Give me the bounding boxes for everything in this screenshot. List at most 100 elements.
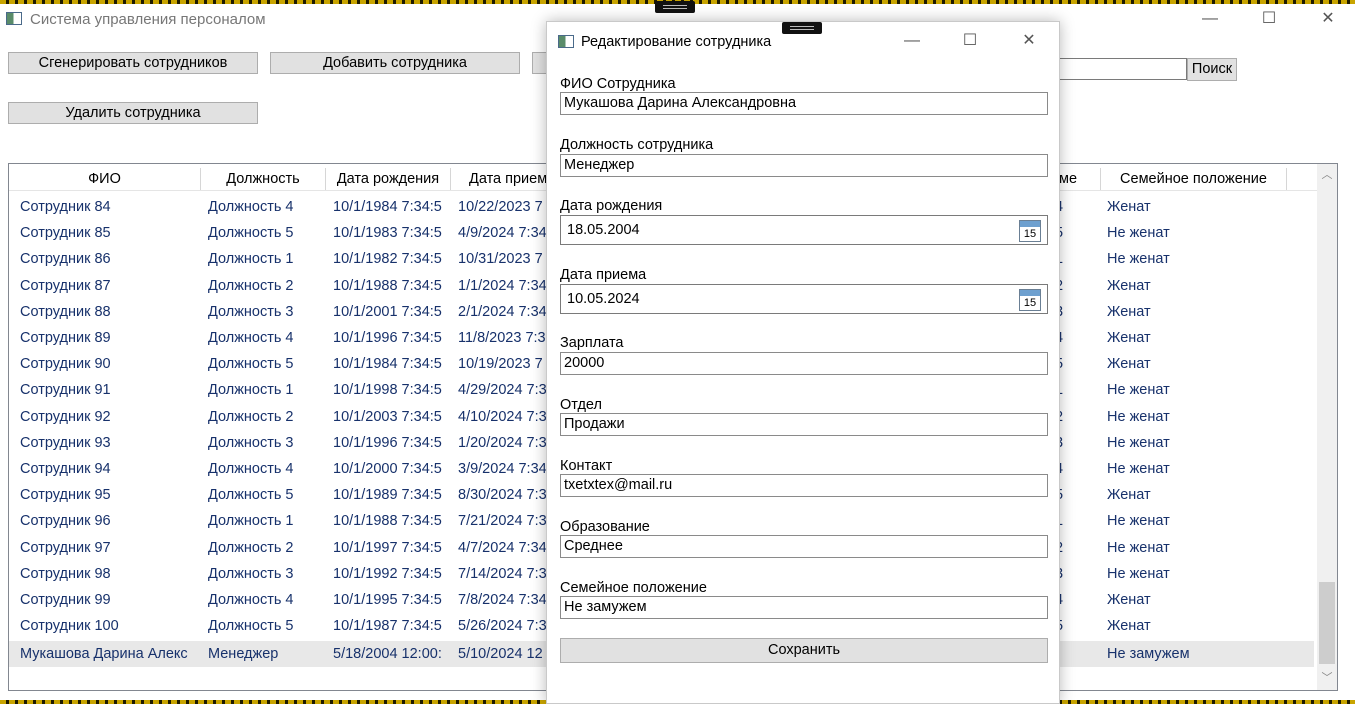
minimize-button[interactable]: —	[1187, 6, 1233, 32]
cell-name[interactable]: Сотрудник 90	[20, 351, 202, 377]
cell-marital[interactable]: Не женат	[1107, 377, 1277, 403]
cell-hire[interactable]: 10/31/2023 7	[458, 246, 548, 272]
marital-input[interactable]: Не замужем	[560, 596, 1048, 619]
cell-marital[interactable]: Женат	[1107, 273, 1277, 299]
cell-marital[interactable]: Не замужем	[1107, 641, 1277, 667]
cell-marital[interactable]: Женат	[1107, 325, 1277, 351]
cell-birth[interactable]: 10/1/1987 7:34:5	[333, 613, 445, 639]
cell-marital[interactable]: Не женат	[1107, 430, 1277, 456]
add-employee-button[interactable]: Добавить сотрудника	[270, 52, 520, 74]
dialog-maximize-button[interactable]: ☐	[947, 28, 993, 54]
position-input[interactable]: Менеджер	[560, 154, 1048, 177]
cell-marital[interactable]: Не женат	[1107, 561, 1277, 587]
col-header-position[interactable]: Должность	[201, 168, 326, 190]
calendar-icon[interactable]: 15	[1019, 289, 1041, 311]
col-header-birth[interactable]: Дата рождения	[326, 168, 451, 190]
cell-birth[interactable]: 10/1/1988 7:34:5	[333, 508, 445, 534]
cell-position[interactable]: Должность 4	[208, 587, 322, 613]
education-input[interactable]: Среднее	[560, 535, 1048, 558]
cell-birth[interactable]: 10/1/1988 7:34:5	[333, 273, 445, 299]
delete-employee-button[interactable]: Удалить сотрудника	[8, 102, 258, 124]
cell-position[interactable]: Должность 2	[208, 535, 322, 561]
cell-marital[interactable]: Не женат	[1107, 508, 1277, 534]
cell-position[interactable]: Должность 3	[208, 561, 322, 587]
cell-hire[interactable]: 2/1/2024 7:34	[458, 299, 548, 325]
cell-position[interactable]: Должность 1	[208, 246, 322, 272]
cell-position[interactable]: Должность 3	[208, 430, 322, 456]
cell-name[interactable]: Сотрудник 94	[20, 456, 202, 482]
cell-name[interactable]: Сотрудник 92	[20, 404, 202, 430]
cell-position[interactable]: Должность 1	[208, 508, 322, 534]
cell-name[interactable]: Сотрудник 85	[20, 220, 202, 246]
cell-position[interactable]: Должность 5	[208, 220, 322, 246]
cell-marital[interactable]: Женат	[1107, 613, 1277, 639]
cell-birth[interactable]: 10/1/1996 7:34:5	[333, 430, 445, 456]
dialog-drag-grip[interactable]	[782, 22, 822, 34]
cell-name[interactable]: Сотрудник 99	[20, 587, 202, 613]
cell-hire[interactable]: 3/9/2024 7:34	[458, 456, 548, 482]
cell-hire[interactable]: 7/14/2024 7:3	[458, 561, 548, 587]
cell-marital[interactable]: Не женат	[1107, 404, 1277, 430]
cell-name[interactable]: Сотрудник 89	[20, 325, 202, 351]
generate-employees-button[interactable]: Сгенерировать сотрудников	[8, 52, 258, 74]
cell-hire[interactable]: 8/30/2024 7:3	[458, 482, 548, 508]
cell-name[interactable]: Сотрудник 86	[20, 246, 202, 272]
cell-birth[interactable]: 10/1/1995 7:34:5	[333, 587, 445, 613]
cell-birth[interactable]: 10/1/2001 7:34:5	[333, 299, 445, 325]
cell-marital[interactable]: Не женат	[1107, 246, 1277, 272]
cell-birth[interactable]: 10/1/1983 7:34:5	[333, 220, 445, 246]
cell-position[interactable]: Должность 5	[208, 613, 322, 639]
col-header-marital[interactable]: Семейное положение	[1101, 168, 1287, 190]
cell-name[interactable]: Сотрудник 95	[20, 482, 202, 508]
cell-name[interactable]: Сотрудник 84	[20, 194, 202, 220]
cell-marital[interactable]: Женат	[1107, 299, 1277, 325]
search-button[interactable]: Поиск	[1187, 58, 1237, 81]
cell-birth[interactable]: 10/1/1998 7:34:5	[333, 377, 445, 403]
cell-birth[interactable]: 10/1/1982 7:34:5	[333, 246, 445, 272]
birth-date-picker[interactable]: 18.05.2004 15	[560, 215, 1048, 245]
cell-marital[interactable]: Женат	[1107, 587, 1277, 613]
cell-position[interactable]: Должность 2	[208, 404, 322, 430]
cell-marital[interactable]: Не женат	[1107, 535, 1277, 561]
cell-birth[interactable]: 10/1/2003 7:34:5	[333, 404, 445, 430]
cell-position[interactable]: Должность 5	[208, 482, 322, 508]
cell-birth[interactable]: 10/1/1996 7:34:5	[333, 325, 445, 351]
cell-position[interactable]: Должность 4	[208, 194, 322, 220]
cell-name[interactable]: Сотрудник 96	[20, 508, 202, 534]
cell-name[interactable]: Сотрудник 87	[20, 273, 202, 299]
cell-birth[interactable]: 10/1/1989 7:34:5	[333, 482, 445, 508]
cell-position[interactable]: Должность 3	[208, 299, 322, 325]
vertical-scrollbar[interactable]: ︿ ﹀	[1317, 164, 1337, 690]
drag-grip-top[interactable]	[655, 1, 695, 13]
cell-hire[interactable]: 5/10/2024 12	[458, 641, 548, 667]
cell-hire[interactable]: 11/8/2023 7:3	[458, 325, 548, 351]
cell-hire[interactable]: 10/22/2023 7	[458, 194, 548, 220]
cell-hire[interactable]: 4/29/2024 7:3	[458, 377, 548, 403]
cell-birth[interactable]: 10/1/1992 7:34:5	[333, 561, 445, 587]
cell-birth[interactable]: 5/18/2004 12:00:	[333, 641, 445, 667]
cell-position[interactable]: Должность 4	[208, 325, 322, 351]
cell-birth[interactable]: 10/1/1984 7:34:5	[333, 194, 445, 220]
cell-hire[interactable]: 5/26/2024 7:3	[458, 613, 548, 639]
cell-hire[interactable]: 7/21/2024 7:3	[458, 508, 548, 534]
cell-name[interactable]: Сотрудник 91	[20, 377, 202, 403]
cell-position[interactable]: Должность 1	[208, 377, 322, 403]
cell-name[interactable]: Сотрудник 97	[20, 535, 202, 561]
cell-name[interactable]: Сотрудник 98	[20, 561, 202, 587]
cell-hire[interactable]: 1/20/2024 7:3	[458, 430, 548, 456]
cell-hire[interactable]: 7/8/2024 7:34	[458, 587, 548, 613]
scroll-up-icon[interactable]: ︿	[1320, 168, 1334, 182]
department-input[interactable]: Продажи	[560, 413, 1048, 436]
col-header-fio[interactable]: ФИО	[9, 168, 201, 190]
cell-marital[interactable]: Не женат	[1107, 220, 1277, 246]
cell-marital[interactable]: Женат	[1107, 351, 1277, 377]
cell-birth[interactable]: 10/1/1997 7:34:5	[333, 535, 445, 561]
scrollbar-thumb[interactable]	[1319, 582, 1335, 664]
cell-position[interactable]: Должность 5	[208, 351, 322, 377]
dialog-close-button[interactable]: ✕	[1006, 28, 1052, 54]
hire-date-picker[interactable]: 10.05.2024 15	[560, 284, 1048, 314]
cell-name[interactable]: Мукашова Дарина Алекс	[20, 641, 202, 667]
cell-name[interactable]: Сотрудник 93	[20, 430, 202, 456]
cell-hire[interactable]: 10/19/2023 7	[458, 351, 548, 377]
birth-date-value[interactable]: 18.05.2004	[567, 222, 640, 238]
